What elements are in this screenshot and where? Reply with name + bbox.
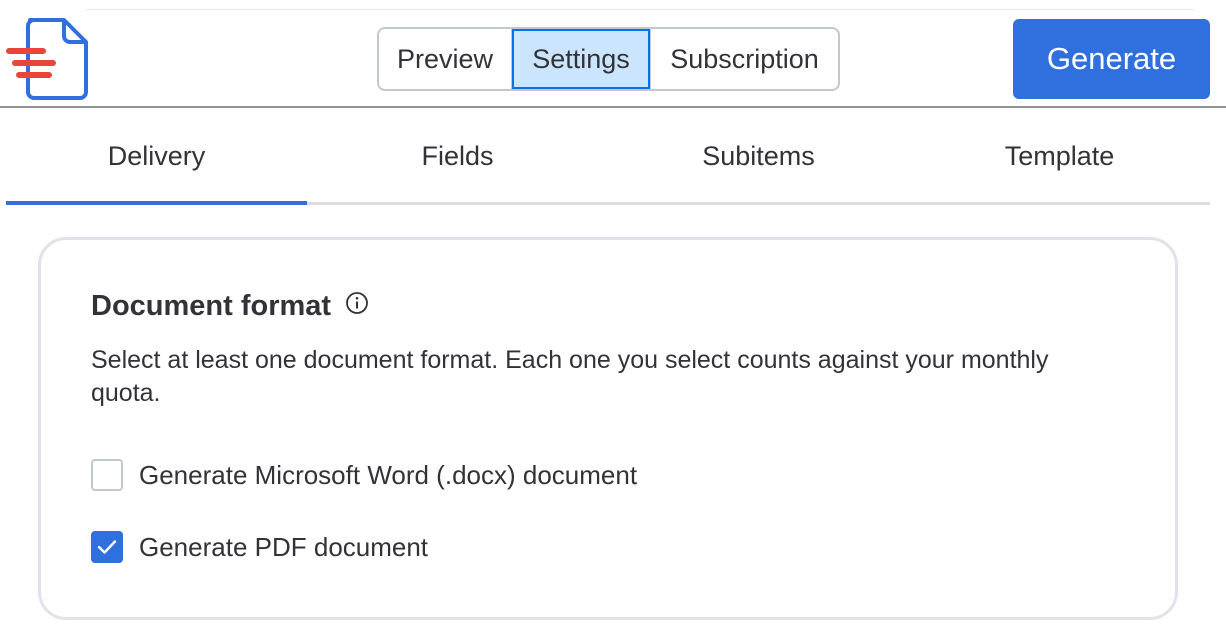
view-switcher: Preview Settings Subscription bbox=[377, 27, 840, 91]
docx-option[interactable]: Generate Microsoft Word (.docx) document bbox=[91, 459, 637, 491]
docx-checkbox[interactable] bbox=[91, 459, 123, 491]
subscription-segment[interactable]: Subscription bbox=[650, 29, 838, 89]
settings-tabs: Delivery Fields Subitems Template bbox=[6, 110, 1210, 205]
document-format-title: Document format bbox=[91, 290, 332, 322]
pdf-checkbox[interactable] bbox=[91, 531, 123, 563]
info-icon[interactable] bbox=[345, 291, 369, 315]
preview-segment[interactable]: Preview bbox=[379, 29, 512, 89]
docx-option-label: Generate Microsoft Word (.docx) document bbox=[139, 459, 638, 490]
pdf-option[interactable]: Generate PDF document bbox=[91, 531, 428, 563]
check-icon bbox=[97, 540, 117, 554]
tab-fields[interactable]: Fields bbox=[307, 110, 608, 205]
document-format-description: Select at least one document format. Eac… bbox=[91, 346, 1049, 407]
document-format-card: Document format Select at least one docu… bbox=[38, 237, 1178, 620]
document-format-heading: Document format bbox=[91, 290, 369, 323]
tab-delivery[interactable]: Delivery bbox=[6, 110, 307, 205]
pdf-option-label: Generate PDF document bbox=[139, 531, 429, 562]
settings-segment[interactable]: Settings bbox=[512, 29, 650, 89]
generate-button[interactable]: Generate bbox=[1013, 19, 1210, 99]
tab-subitems[interactable]: Subitems bbox=[608, 110, 909, 205]
tab-template[interactable]: Template bbox=[909, 110, 1210, 205]
header-bar: Preview Settings Subscription Generate bbox=[0, 0, 1226, 108]
document-logo-icon bbox=[6, 18, 88, 100]
app-page: Preview Settings Subscription Generate D… bbox=[0, 0, 1226, 634]
